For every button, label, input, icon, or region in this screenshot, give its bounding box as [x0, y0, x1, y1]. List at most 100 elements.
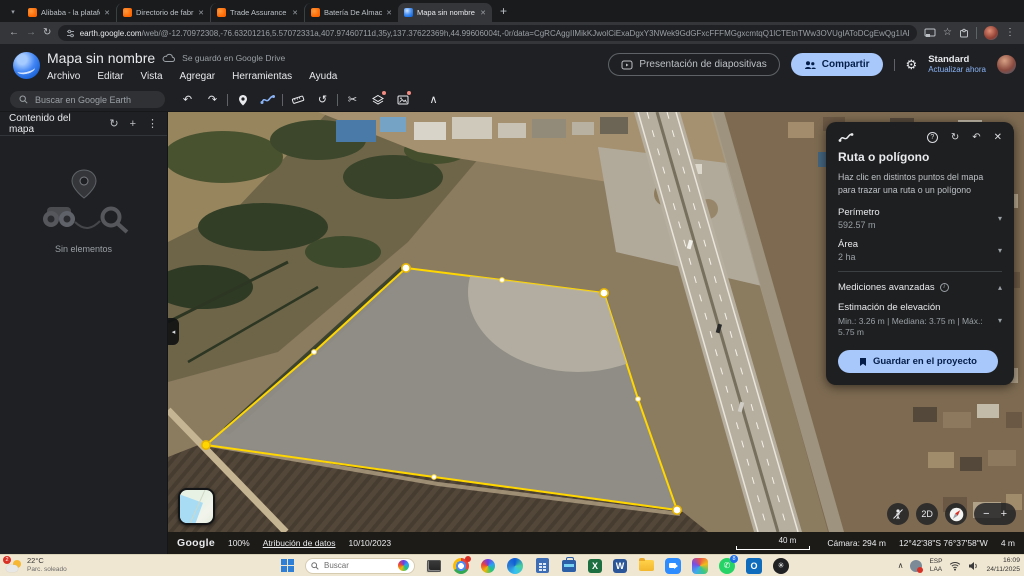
measure-ruler-icon[interactable] — [285, 89, 310, 111]
chatgpt-icon[interactable]: ✳ — [773, 558, 789, 574]
excel-icon[interactable]: X — [588, 559, 602, 573]
perimeter-metric[interactable]: Perímetro 592.57 m ▾ — [838, 207, 1002, 230]
earth-search-box[interactable]: Buscar en Google Earth — [10, 91, 165, 108]
task-view-button[interactable] — [426, 558, 442, 574]
data-attribution-link[interactable]: Atribución de datos — [263, 538, 336, 548]
undo-icon[interactable]: ↶ — [972, 133, 980, 143]
account-avatar[interactable] — [997, 55, 1016, 74]
restart-icon[interactable]: ↻ — [951, 133, 959, 143]
tab-trade-assurance[interactable]: Trade Assurance Orders ✕ — [210, 3, 304, 22]
close-icon[interactable]: ✕ — [994, 133, 1002, 143]
menu-agregar[interactable]: Agregar — [180, 71, 216, 82]
polygon-vertex[interactable] — [312, 350, 317, 355]
save-to-project-button[interactable]: Guardar en el proyecto — [838, 350, 998, 373]
start-button[interactable] — [281, 559, 294, 572]
speaker-icon[interactable] — [968, 561, 979, 571]
clock[interactable]: 16:09 24/11/2025 — [986, 557, 1020, 573]
share-button[interactable]: Compartir — [791, 53, 883, 76]
scissors-icon[interactable]: ✂ — [340, 89, 365, 111]
wifi-icon[interactable] — [949, 561, 961, 571]
plan-status[interactable]: Standard Actualizar ahora — [928, 54, 986, 75]
calculator-icon[interactable] — [534, 558, 550, 574]
redo-icon[interactable]: ↷ — [200, 89, 225, 111]
sync-alert-icon[interactable] — [910, 560, 922, 572]
elevation-estimate[interactable]: Min.: 3.26 m | Mediana: 3.75 m | Máx.: 5… — [838, 316, 1002, 340]
zoom-in-button[interactable]: + — [1001, 508, 1007, 520]
polygon-vertex[interactable] — [600, 289, 608, 297]
map-viewport[interactable]: ◂ ? ↻ ↶ ✕ Ruta o polígono Haz clic en di… — [168, 112, 1024, 554]
undo-icon[interactable]: ↶ — [175, 89, 200, 111]
help-icon[interactable]: ? — [927, 132, 938, 143]
browser-menu-icon[interactable]: ⋮ — [1005, 28, 1015, 38]
area-metric[interactable]: Área 2 ha ▾ — [838, 239, 1002, 262]
collapse-toolbar-icon[interactable]: ∧ — [421, 89, 446, 111]
kebab-menu-icon[interactable]: ⋮ — [147, 117, 158, 130]
address-bar[interactable]: earth.google.com/web/@-12.70972308,-76.6… — [58, 25, 917, 41]
tab-alibaba[interactable]: Alibaba - la plataforma de com ✕ — [22, 3, 116, 22]
tab-directorio[interactable]: Directorio de fabricantes de Ali ✕ — [116, 3, 210, 22]
weather-widget[interactable]: 2 22°C Parc. soleado — [6, 557, 67, 573]
word-icon[interactable]: W — [613, 559, 627, 573]
historical-imagery-icon[interactable]: ↺ — [310, 89, 335, 111]
polygon-vertex[interactable] — [202, 441, 210, 449]
polygon-vertex[interactable] — [500, 278, 505, 283]
tune-icon[interactable] — [66, 29, 74, 38]
polygon-vertex[interactable] — [636, 397, 641, 402]
bookmark-star-icon[interactable]: ☆ — [943, 28, 952, 38]
chevron-down-icon[interactable]: ▾ — [998, 316, 1002, 325]
chevron-down-icon[interactable]: ▾ — [998, 214, 1002, 223]
browser-profile-avatar[interactable] — [984, 26, 998, 40]
menu-archivo[interactable]: Archivo — [47, 71, 80, 82]
outlook-icon[interactable]: O — [746, 558, 762, 574]
draw-path-icon[interactable] — [255, 89, 280, 111]
tab-search-icon[interactable]: ▾ — [6, 4, 20, 20]
sidebar-collapse-handle[interactable]: ◂ — [168, 318, 179, 345]
layers-icon[interactable] — [365, 89, 390, 111]
hidden-icons-chevron[interactable]: ∧ — [898, 561, 904, 570]
slideshow-button[interactable]: Presentación de diapositivas — [608, 53, 779, 76]
map-style-thumbnail[interactable] — [178, 488, 215, 525]
settings-gear-icon[interactable]: ⚙ — [906, 57, 918, 73]
chevron-down-icon[interactable]: ▾ — [998, 246, 1002, 255]
menu-editar[interactable]: Editar — [97, 71, 123, 82]
forward-icon[interactable]: → — [26, 28, 36, 38]
file-explorer-icon[interactable] — [638, 558, 654, 574]
briefcase-app-icon[interactable] — [561, 558, 577, 574]
zoom-out-button[interactable]: − — [983, 508, 989, 520]
whatsapp-icon[interactable]: ✆8 — [719, 558, 735, 574]
copilot-icon[interactable] — [480, 558, 496, 574]
add-icon[interactable]: + — [130, 118, 136, 130]
compass[interactable] — [945, 503, 967, 525]
tab-google-earth-active[interactable]: Mapa sin nombre - Google Eart ✕ — [398, 3, 492, 22]
menu-herramientas[interactable]: Herramientas — [232, 71, 292, 82]
cast-icon[interactable] — [924, 28, 936, 38]
placemark-pin-icon[interactable] — [230, 89, 255, 111]
tab-close-icon[interactable]: ✕ — [198, 9, 204, 17]
extensions-icon[interactable] — [959, 28, 969, 38]
new-tab-button[interactable]: + — [500, 4, 507, 18]
refresh-icon[interactable]: ↻ — [109, 117, 118, 130]
tab-close-icon[interactable]: ✕ — [386, 9, 392, 17]
zoom-app-icon[interactable] — [665, 558, 681, 574]
photos-app-icon[interactable] — [692, 558, 708, 574]
polygon-vertex[interactable] — [673, 506, 681, 514]
photos-icon[interactable] — [390, 89, 415, 111]
chrome-taskbar-icon[interactable] — [453, 558, 469, 574]
taskbar-search[interactable]: Buscar — [305, 558, 415, 574]
2d-mode-button[interactable]: 2D — [916, 503, 938, 525]
edge-icon[interactable] — [507, 558, 523, 574]
tab-close-icon[interactable]: ✕ — [104, 9, 110, 17]
google-earth-logo[interactable] — [13, 52, 40, 79]
chevron-up-icon[interactable]: ▴ — [998, 283, 1002, 292]
info-icon[interactable]: i — [940, 283, 949, 292]
tab-close-icon[interactable]: ✕ — [480, 9, 486, 17]
polygon-vertex[interactable] — [402, 264, 410, 272]
street-view-button[interactable] — [887, 503, 909, 525]
project-title[interactable]: Mapa sin nombre — [47, 50, 155, 66]
menu-ayuda[interactable]: Ayuda — [309, 71, 337, 82]
tab-close-icon[interactable]: ✕ — [292, 9, 298, 17]
menu-vista[interactable]: Vista — [140, 71, 162, 82]
back-icon[interactable]: ← — [9, 28, 19, 38]
tab-bateria[interactable]: Batería De Almacenamiento De ✕ — [304, 3, 398, 22]
reload-icon[interactable]: ↻ — [43, 28, 51, 38]
